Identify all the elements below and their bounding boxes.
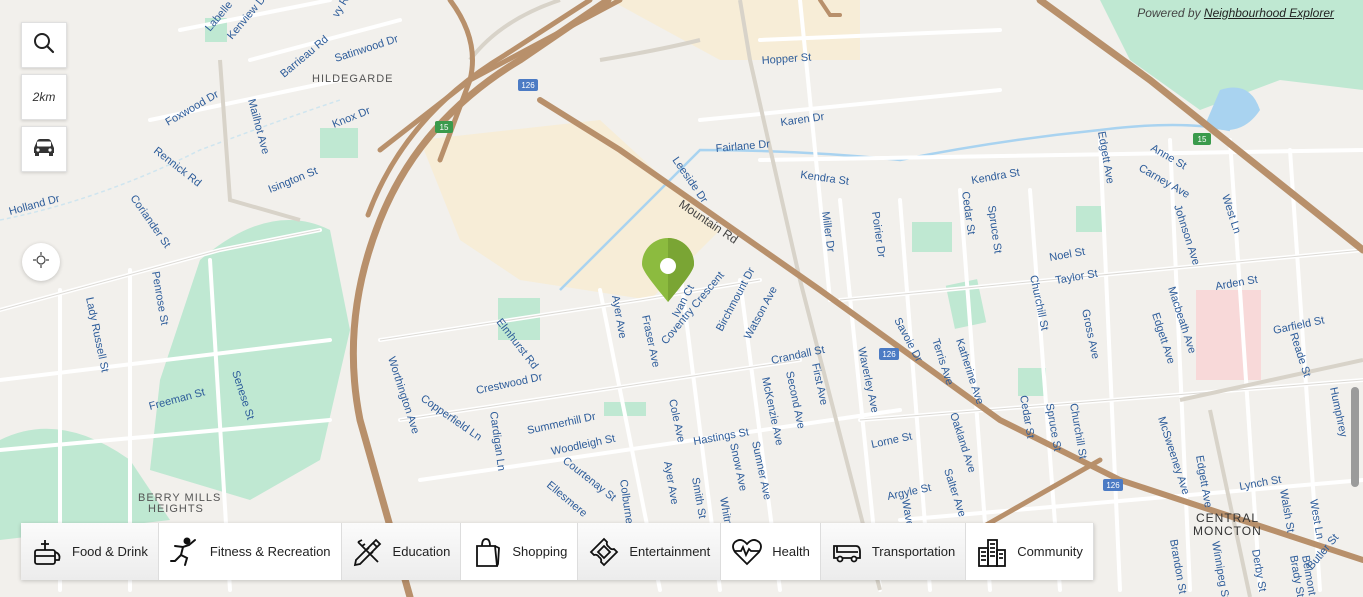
category-community[interactable]: Community xyxy=(966,523,1094,580)
map-canvas[interactable]: 126 15 15 126 126 HILDEGARDE BERRY MILLS… xyxy=(0,0,1363,597)
buildings-icon xyxy=(978,538,1007,567)
heartbeat-icon xyxy=(732,538,763,565)
shield-126: 126 xyxy=(521,81,535,90)
ticket-icon xyxy=(590,537,619,566)
category-fitness-recreation[interactable]: Fitness & Recreation xyxy=(158,523,342,580)
bus-icon xyxy=(832,544,861,562)
search-icon xyxy=(33,32,55,59)
attribution: Powered by Neighbourhood Explorer xyxy=(1137,6,1334,20)
category-label: Entertainment xyxy=(629,544,711,559)
search-button[interactable] xyxy=(21,22,67,68)
category-education[interactable]: Education xyxy=(341,523,462,580)
category-label: Education xyxy=(392,544,451,559)
shopping-bag-icon xyxy=(476,537,501,567)
shield-15: 15 xyxy=(440,123,449,132)
category-entertainment[interactable]: Entertainment xyxy=(578,523,722,580)
shield-15: 15 xyxy=(1198,135,1207,144)
category-label: Transportation xyxy=(871,544,956,559)
category-label: Community xyxy=(1017,544,1083,559)
area-label: HEIGHTS xyxy=(148,503,204,515)
crosshair-icon xyxy=(33,251,49,273)
food-icon xyxy=(34,539,61,565)
category-bar: Food & Drink Fitness & Recreation Educat… xyxy=(21,523,1094,580)
shield-126: 126 xyxy=(1106,481,1120,490)
recenter-button[interactable] xyxy=(22,243,60,281)
travel-mode-button[interactable] xyxy=(21,126,67,172)
shield-126: 126 xyxy=(882,350,896,359)
category-transportation[interactable]: Transportation xyxy=(820,523,967,580)
radius-label: 2km xyxy=(32,90,56,104)
car-icon xyxy=(31,137,57,162)
attribution-link[interactable]: Neighbourhood Explorer xyxy=(1204,6,1334,20)
category-label: Health xyxy=(772,544,810,559)
area-label: HILDEGARDE xyxy=(312,73,394,85)
category-health[interactable]: Health xyxy=(721,523,821,580)
radius-button[interactable]: 2km xyxy=(21,74,67,120)
attribution-prefix: Powered by xyxy=(1137,6,1204,20)
fitness-icon xyxy=(169,537,196,566)
category-label: Food & Drink xyxy=(72,544,148,559)
category-label: Shopping xyxy=(512,544,568,559)
pencil-ruler-icon xyxy=(353,538,381,566)
scrollbar[interactable] xyxy=(1351,387,1359,487)
category-food-drink[interactable]: Food & Drink xyxy=(21,523,159,580)
category-label: Fitness & Recreation xyxy=(209,544,331,559)
area-label: CENTRAL xyxy=(1196,511,1259,525)
category-shopping[interactable]: Shopping xyxy=(461,523,579,580)
area-label: MONCTON xyxy=(1193,524,1262,538)
